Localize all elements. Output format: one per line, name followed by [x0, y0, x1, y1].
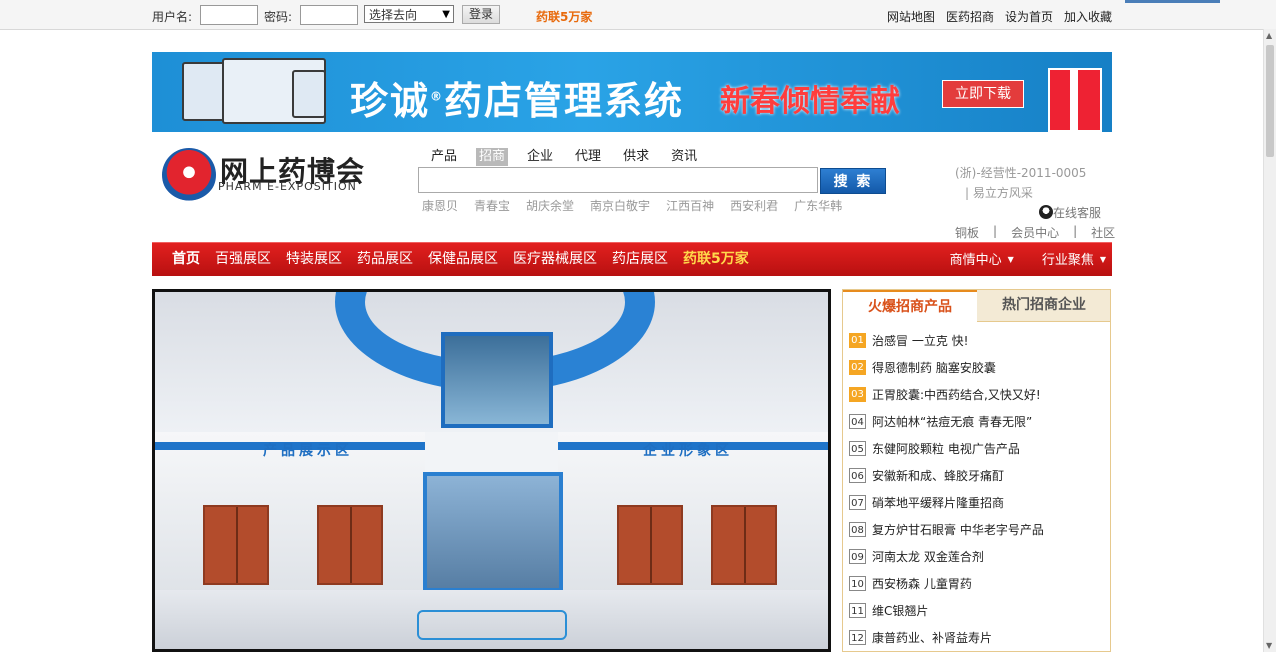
tab-news[interactable]: 资讯: [668, 148, 700, 166]
list-item[interactable]: 07 硝苯地平缓释片隆重招商: [849, 492, 1044, 519]
community-link[interactable]: 社区: [1091, 224, 1115, 241]
nav-dropdown-industry[interactable]: 行业聚焦 ▼: [1042, 243, 1106, 277]
nav-right: 商情中心 ▼ 行业聚焦 ▼: [950, 243, 1106, 277]
site-logo[interactable]: 网上药博会 PHARM E-EXPOSITION: [160, 148, 365, 204]
list-item[interactable]: 08 复方炉甘石眼膏 中华老字号产品: [849, 519, 1044, 546]
tab-supply[interactable]: 供求: [620, 148, 652, 166]
nav-item-top100[interactable]: 百强展区: [215, 243, 271, 277]
list-item[interactable]: 11 维C银翘片: [849, 600, 1044, 627]
nav-item-special[interactable]: 特装展区: [286, 243, 342, 277]
nav-item-pharmacy[interactable]: 药店展区: [612, 243, 668, 277]
list-item[interactable]: 01 治感冒 一立克 快!: [849, 330, 1044, 357]
nav-items: 首页 百强展区 特装展区 药品展区 保健品展区 医疗器械展区 药店展区 药联5万…: [172, 243, 749, 277]
logo-english-text: PHARM E-EXPOSITION: [218, 180, 357, 193]
nav-item-medical-devices[interactable]: 医疗器械展区: [513, 243, 597, 277]
member-center-link[interactable]: 会员中心: [1011, 224, 1059, 241]
monitor-image: [292, 70, 326, 118]
banner-promo: 新春倾情奉献: [720, 84, 900, 119]
list-item[interactable]: 06 安徽新和成、蜂胶牙痛酊: [849, 465, 1044, 492]
license-text: (浙)-经营性-2011-0005: [955, 166, 1087, 180]
destination-select[interactable]: 选择去向 ▼: [364, 5, 454, 23]
center-entrance: [423, 472, 563, 592]
list-item[interactable]: 09 河南太龙 双金莲合剂: [849, 546, 1044, 573]
tab-agent[interactable]: 代理: [572, 148, 604, 166]
password-input[interactable]: [300, 5, 358, 25]
hot-keyword[interactable]: 青春宝: [474, 197, 510, 214]
nav-item-home[interactable]: 首页: [172, 243, 200, 277]
list-item[interactable]: 10 西安杨森 儿童胃药: [849, 573, 1044, 600]
password-label: 密码:: [264, 10, 293, 24]
ranking-panel: 火爆招商产品 热门招商企业 01 治感冒 一立克 快! 02 得恩德制药 脑塞安胶囊…: [842, 289, 1111, 652]
door: [711, 505, 777, 585]
search-button[interactable]: 搜 索: [820, 168, 886, 194]
list-item[interactable]: 05 东健阿胶颗粒 电视广告产品: [849, 438, 1044, 465]
add-favorite-link[interactable]: 加入收藏: [1064, 8, 1112, 25]
scroll-down-icon[interactable]: ▼: [1266, 641, 1272, 650]
hot-keyword[interactable]: 南京白敬宇: [590, 197, 650, 214]
login-button[interactable]: 登录: [462, 5, 500, 24]
top-bar-inner: 用户名: 密码: 选择去向 ▼ 登录 药联5万家 网站地图 医药招商 设为首页 …: [152, 5, 1112, 25]
partner-link[interactable]: | 易立方风采: [965, 184, 1033, 201]
copper-link[interactable]: 铜板: [955, 224, 979, 241]
top-login-bar: 用户名: 密码: 选择去向 ▼ 登录 药联5万家 网站地图 医药招商 设为首页 …: [0, 0, 1276, 30]
search-input[interactable]: [418, 167, 818, 193]
hot-keyword[interactable]: 康恩贝: [422, 197, 458, 214]
set-homepage-link[interactable]: 设为首页: [1005, 8, 1053, 25]
username-input[interactable]: [200, 5, 258, 25]
scroll-up-icon[interactable]: ▲: [1266, 31, 1272, 40]
pharma-invest-link[interactable]: 医药招商: [946, 8, 994, 25]
username-label: 用户名:: [152, 10, 193, 24]
ad-banner[interactable]: 珍诚®药店管理系统 新春倾情奉献 立即下载: [152, 52, 1112, 132]
tab-company[interactable]: 企业: [524, 148, 556, 166]
tab-hot-products[interactable]: 火爆招商产品: [843, 290, 977, 322]
search-tabs: 产品 招商 企业 代理 供求 资讯: [428, 148, 716, 166]
divider: |: [993, 224, 998, 238]
nav-item-health[interactable]: 保健品展区: [428, 243, 498, 277]
door: [617, 505, 683, 585]
list-item[interactable]: 04 阿达帕林“祛痘无痕 青春无限”: [849, 411, 1044, 438]
top-links: 网站地图 医药招商 设为首页 加入收藏: [887, 8, 1112, 25]
hot-keyword[interactable]: 胡庆余堂: [526, 197, 574, 214]
list-item[interactable]: 03 正胃胶囊:中西药结合,又快又好!: [849, 384, 1044, 411]
nav-dropdown-business[interactable]: 商情中心 ▼: [950, 243, 1014, 277]
floor-marking: [417, 610, 567, 640]
nav-item-yaolian[interactable]: 药联5万家: [683, 243, 749, 277]
hall-label-right: 企业形象区: [643, 443, 733, 459]
list-item[interactable]: 02 得恩德制药 脑塞安胶囊: [849, 357, 1044, 384]
ranking-list: 01 治感冒 一立克 快! 02 得恩德制药 脑塞安胶囊 03 正胃胶囊:中西药结合,…: [849, 330, 1044, 654]
member-links: 铜板 | 会员中心 | 社区: [955, 224, 1115, 241]
caret-down-icon: ▼: [1007, 255, 1014, 264]
flower-logo-icon: [162, 148, 216, 202]
nav-item-drugs[interactable]: 药品展区: [357, 243, 413, 277]
tab-hot-companies[interactable]: 热门招商企业: [977, 290, 1111, 321]
banner-title: 珍诚®药店管理系统: [350, 79, 685, 123]
caret-down-icon: ▼: [1099, 255, 1106, 264]
vertical-scrollbar[interactable]: ▲ ▼: [1263, 29, 1276, 652]
door: [317, 505, 383, 585]
destination-select-value: 选择去向: [369, 8, 418, 22]
panel-tabs: 火爆招商产品 热门招商企业: [843, 290, 1110, 322]
download-button[interactable]: 立即下载: [942, 80, 1024, 108]
scrollbar-thumb[interactable]: [1266, 45, 1274, 157]
main-nav: 首页 百强展区 特装展区 药品展区 保健品展区 医疗器械展区 药店展区 药联5万…: [152, 242, 1112, 276]
sitemap-link[interactable]: 网站地图: [887, 8, 935, 25]
hot-keyword[interactable]: 江西百神: [666, 197, 714, 214]
list-item[interactable]: 12 康普药业、补肾益寿片: [849, 627, 1044, 654]
door: [203, 505, 269, 585]
hot-keywords: 康恩贝 青春宝 胡庆余堂 南京白敬宇 江西百神 西安利君 广东华韩: [422, 197, 842, 214]
gift-icon: [1048, 68, 1102, 132]
qq-icon: [1039, 205, 1053, 219]
hall-label-left: 产品展示区: [263, 443, 353, 459]
tab-product[interactable]: 产品: [428, 148, 460, 166]
hot-keyword[interactable]: 广东华韩: [794, 197, 842, 214]
divider: |: [1073, 224, 1078, 238]
yaolian-link[interactable]: 药联5万家: [536, 8, 592, 25]
exhibition-hall-image[interactable]: 产品展示区 企业形象区: [152, 289, 831, 652]
online-service-link[interactable]: 在线客服: [1039, 204, 1101, 221]
display-screen: [441, 332, 553, 428]
chevron-down-icon: ▼: [442, 9, 450, 20]
tab-investment[interactable]: 招商: [476, 148, 509, 166]
hot-keyword[interactable]: 西安利君: [730, 197, 778, 214]
loading-indicator: [1125, 0, 1220, 3]
